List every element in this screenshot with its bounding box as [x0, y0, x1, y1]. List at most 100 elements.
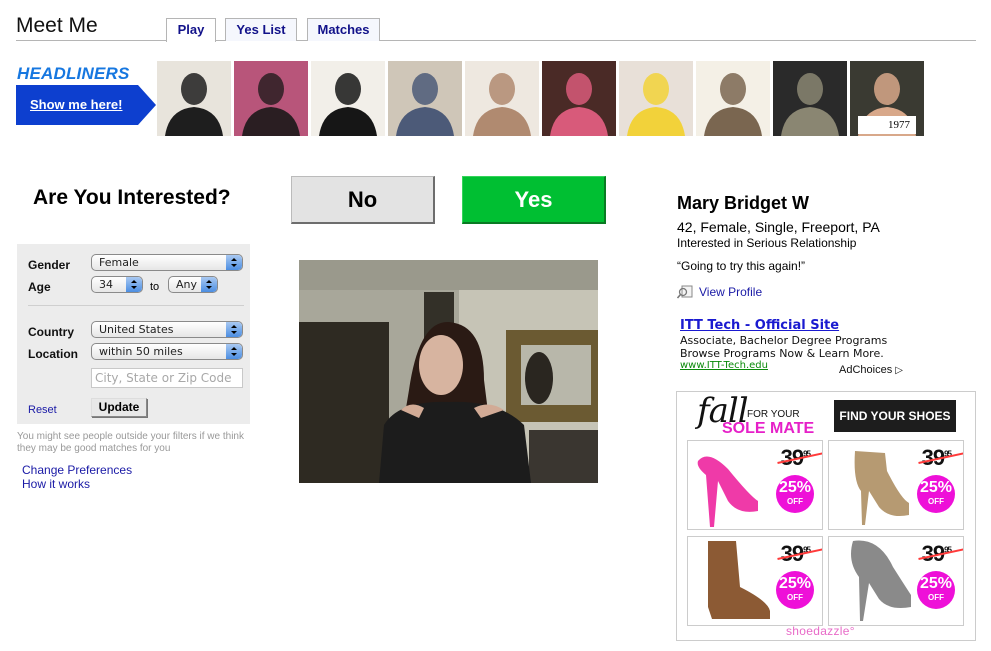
- age-max-select[interactable]: Any: [168, 276, 218, 293]
- discount-badge: 25% OFF: [776, 571, 814, 609]
- page-title: Meet Me: [16, 14, 98, 37]
- headliner-photo: [234, 61, 308, 136]
- age-min-value: 34: [99, 278, 113, 291]
- country-select-value: United States: [99, 323, 174, 336]
- update-button[interactable]: Update: [91, 398, 147, 417]
- discount-off-label: OFF: [928, 497, 944, 506]
- headliner-photo: [388, 61, 462, 136]
- shoedazzle-logo: shoedazzle°: [786, 624, 855, 638]
- filter-note: You might see people outside your filter…: [17, 431, 244, 454]
- headliner-photo: [696, 61, 770, 136]
- headliner-thumbnail[interactable]: [311, 61, 385, 136]
- show-me-here-link[interactable]: Show me here!: [30, 97, 122, 112]
- ad-url-link[interactable]: www.ITT-Tech.edu: [680, 360, 768, 371]
- banner-for-your-text: FOR YOUR: [747, 409, 800, 420]
- location-zip-input[interactable]: [91, 368, 243, 388]
- headliner-thumbnail[interactable]: 1977: [850, 61, 924, 136]
- profile-photo[interactable]: [299, 260, 598, 483]
- adchoices-link[interactable]: AdChoices ▷: [839, 364, 903, 376]
- tab-yes-list[interactable]: Yes List: [225, 18, 297, 41]
- discount-off-label: OFF: [787, 497, 803, 506]
- age-label: Age: [28, 280, 51, 294]
- reset-link[interactable]: Reset: [28, 404, 57, 416]
- shoe-card-gray-buckle-bootie[interactable]: 3995 25% OFF: [828, 536, 964, 626]
- location-select-value: within 50 miles: [99, 345, 183, 358]
- shoe-price: 3995: [917, 445, 963, 471]
- shoe-image: [851, 540, 911, 621]
- headliners-title: HEADLINERS: [17, 64, 130, 83]
- change-preferences-link[interactable]: Change Preferences: [22, 463, 132, 477]
- discount-off-label: OFF: [928, 593, 944, 602]
- age-min-select[interactable]: 34: [91, 276, 143, 293]
- find-your-shoes-button[interactable]: FIND YOUR SHOES ▶: [834, 400, 956, 455]
- headliner-thumbnail[interactable]: [157, 61, 231, 136]
- select-arrows-icon: [201, 277, 217, 292]
- shoe-card-pink-pump[interactable]: 3995 25% OFF: [687, 440, 823, 530]
- age-max-value: Any: [176, 278, 198, 291]
- no-button[interactable]: No: [291, 176, 435, 224]
- discount-badge: 25% OFF: [917, 571, 955, 609]
- tab-matches[interactable]: Matches: [307, 18, 380, 41]
- profile-quote: “Going to try this again!”: [677, 259, 806, 273]
- discount-badge: 25% OFF: [776, 475, 814, 513]
- profile-photo-image: [299, 260, 598, 483]
- country-select[interactable]: United States: [91, 321, 243, 338]
- select-arrows-icon: [126, 277, 142, 292]
- discount-percent: 25%: [778, 479, 812, 496]
- yes-button[interactable]: Yes: [462, 176, 606, 224]
- arrow-right-icon: [138, 85, 156, 125]
- discount-percent: 25%: [919, 479, 953, 496]
- headliner-thumbnail[interactable]: [619, 61, 693, 136]
- are-you-interested-heading: Are You Interested?: [33, 186, 231, 209]
- tab-play[interactable]: Play: [166, 18, 216, 42]
- view-profile-icon: [677, 285, 693, 299]
- ad-line-1: Associate, Bachelor Degree Programs: [680, 334, 888, 347]
- ad-title-link[interactable]: ITT Tech - Official Site: [680, 318, 839, 333]
- view-profile-link[interactable]: View Profile: [699, 285, 762, 299]
- tab-divider: [16, 40, 976, 41]
- gender-label: Gender: [28, 258, 71, 272]
- country-label: Country: [28, 325, 74, 339]
- adchoices-icon: ▷: [895, 365, 903, 376]
- how-it-works-link[interactable]: How it works: [22, 477, 90, 491]
- headliner-thumbnail[interactable]: [773, 61, 847, 136]
- select-arrows-icon: [226, 255, 242, 270]
- select-arrows-icon: [226, 322, 242, 337]
- headliner-photo: [311, 61, 385, 136]
- shoe-card-tan-fringe-bootie[interactable]: 3995 25% OFF: [828, 440, 964, 530]
- ad-line-2: Browse Programs Now & Learn More.: [680, 347, 884, 360]
- gender-select-value: Female: [99, 256, 139, 269]
- headliner-thumbnail[interactable]: [696, 61, 770, 136]
- shoe-image: [708, 541, 770, 619]
- age-to-label: to: [150, 281, 160, 293]
- discount-off-label: OFF: [787, 593, 803, 602]
- shoe-image: [854, 451, 909, 525]
- headliner-photo: [157, 61, 231, 136]
- shoe-image: [697, 456, 758, 527]
- shoe-price: 3995: [776, 445, 822, 471]
- headliner-photo: [773, 61, 847, 136]
- profile-interest: Interested in Serious Relationship: [677, 236, 857, 250]
- headliner-thumbnail[interactable]: [388, 61, 462, 136]
- adchoices-label: AdChoices: [839, 364, 893, 376]
- headliner-caption: 1977: [858, 116, 916, 134]
- select-arrows-icon: [226, 344, 242, 359]
- discount-badge: 25% OFF: [917, 475, 955, 513]
- profile-name: Mary Bridget W: [677, 193, 810, 213]
- headliner-thumbnail[interactable]: [465, 61, 539, 136]
- shoe-price: 3995: [776, 541, 822, 567]
- headliner-thumbnail[interactable]: [234, 61, 308, 136]
- location-label: Location: [28, 347, 78, 361]
- banner-sole-mate-text: SOLE MATE: [722, 420, 815, 437]
- headliner-photo: [542, 61, 616, 136]
- profile-details: 42, Female, Single, Freeport, PA: [677, 219, 880, 235]
- headliner-photo: [465, 61, 539, 136]
- headliner-thumbnail[interactable]: [542, 61, 616, 136]
- discount-percent: 25%: [919, 575, 953, 592]
- location-select[interactable]: within 50 miles: [91, 343, 243, 360]
- shoe-card-brown-boot[interactable]: 3995 25% OFF: [687, 536, 823, 626]
- headliner-photo: [619, 61, 693, 136]
- filter-divider: [28, 305, 244, 306]
- gender-select[interactable]: Female: [91, 254, 243, 271]
- discount-percent: 25%: [778, 575, 812, 592]
